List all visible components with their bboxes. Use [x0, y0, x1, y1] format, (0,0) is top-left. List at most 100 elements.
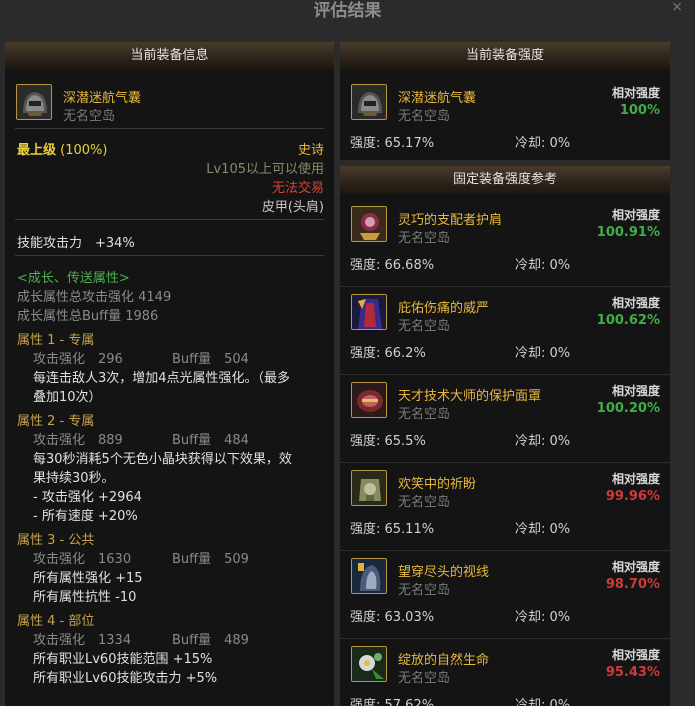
item-source: 无名空岛 — [63, 109, 116, 124]
shoulder-icon — [351, 206, 387, 242]
reference-item: 绽放的自然生命 无名空岛 相对强度 95.43% 强度: 57.62% 冷却: 0% — [340, 640, 670, 706]
item-name: 灵巧的支配者护肩 — [398, 213, 503, 228]
panel-header: 固定装备强度参考 — [340, 166, 670, 194]
relative-strength-label: 相对强度 — [611, 86, 660, 100]
reference-item: 欢笑中的祈盼 无名空岛 相对强度 99.96% 强度: 65.11% 冷却: 0% — [340, 464, 670, 551]
hood-icon — [351, 558, 387, 594]
attr-2-title: 属性 2 - 专属 — [17, 414, 95, 429]
divider — [15, 219, 324, 220]
attr-1-atk: 攻击强化 296 — [33, 352, 123, 367]
relative-strength-value: 100% — [619, 103, 660, 118]
attr-2-line: - 攻击强化 +2964 — [33, 490, 142, 505]
window-title: 评估结果 — [313, 1, 382, 21]
attr-4-line: 所有职业Lv60技能攻击力 +5% — [33, 671, 218, 686]
item-source: 无名空岛 — [398, 109, 451, 124]
divider — [340, 374, 670, 375]
strength-value: 强度: 65.17% — [350, 136, 435, 151]
relative-strength-label: 相对强度 — [611, 472, 660, 486]
attr-3-title: 属性 3 - 公共 — [17, 533, 95, 548]
item-name: 庇佑伤痛的威严 — [398, 301, 490, 316]
divider — [15, 255, 324, 256]
attr-4-line: 所有职业Lv60技能范围 +15% — [33, 652, 213, 667]
relative-strength-value: 100.20% — [596, 401, 660, 416]
attr-3-line: 所有属性强化 +15 — [33, 571, 143, 586]
cooldown-value: 冷却: 0% — [515, 346, 571, 361]
attr-3-buff: Buff量 509 — [172, 552, 249, 567]
item-name: 绽放的自然生命 — [398, 653, 490, 668]
strength-value: 强度: 63.03% — [350, 610, 435, 625]
attr-4-buff: Buff量 489 — [172, 633, 249, 648]
armor-icon — [351, 470, 387, 506]
item-name: 深潜迷航气囊 — [398, 91, 477, 106]
reference-item: 灵巧的支配者护肩 无名空岛 相对强度 100.91% 强度: 66.68% 冷却: 0% — [340, 200, 670, 287]
grade-pct: (100%) — [60, 143, 108, 158]
grade-label: 最上级 — [17, 143, 57, 158]
attr-1-buff: Buff量 504 — [172, 352, 249, 367]
item-name: 深潜迷航气囊 — [63, 91, 142, 106]
divider — [340, 462, 670, 463]
cooldown-value: 冷却: 0% — [515, 522, 571, 537]
divider — [15, 128, 324, 129]
cloak-icon — [351, 294, 387, 330]
strength-value: 强度: 65.11% — [350, 522, 435, 537]
relative-strength-value: 98.70% — [605, 577, 660, 592]
trade-status: 无法交易 — [271, 181, 324, 196]
item-source: 无名空岛 — [398, 495, 451, 510]
attr-4-title: 属性 4 - 部位 — [17, 614, 95, 629]
growth-title: <成长、传送属性> — [17, 271, 130, 286]
strength-value: 强度: 66.68% — [350, 258, 435, 273]
grade: 最上级 (100%) — [17, 139, 107, 158]
cooldown-value: 冷却: 0% — [515, 258, 571, 273]
current-equipment-info-panel: 当前装备信息 深潜迷航气囊 无名空岛 最上级 (100%) 史诗 Lv105以上… — [5, 42, 334, 706]
reference-item: 庇佑伤痛的威严 无名空岛 相对强度 100.62% 强度: 66.2% 冷却: 0% — [340, 288, 670, 375]
cooldown-value: 冷却: 0% — [515, 136, 571, 151]
attr-2-line: 果持续30秒。 — [33, 471, 115, 486]
relative-strength-label: 相对强度 — [611, 296, 660, 310]
relative-strength-label: 相对强度 — [611, 560, 660, 574]
rarity: 史诗 — [297, 143, 324, 158]
level-requirement: Lv105以上可以使用 — [206, 162, 324, 177]
growth-atk: 成长属性总攻击强化 4149 — [17, 290, 172, 305]
equipment-type: 皮甲(头肩) — [261, 200, 324, 215]
close-icon[interactable]: × — [671, 0, 683, 14]
cooldown-value: 冷却: 0% — [515, 434, 571, 449]
strength-value: 强度: 66.2% — [350, 346, 426, 361]
attr-2-buff: Buff量 484 — [172, 433, 249, 448]
panel-header: 当前装备强度 — [340, 42, 670, 70]
item-name: 望穿尽头的视线 — [398, 565, 490, 580]
growth-buff: 成长属性总Buff量 1986 — [17, 309, 159, 324]
divider — [340, 638, 670, 639]
helmet-icon — [351, 84, 387, 120]
item-source: 无名空岛 — [398, 583, 451, 598]
item-source: 无名空岛 — [398, 231, 451, 246]
mask-icon — [351, 382, 387, 418]
cooldown-value: 冷却: 0% — [515, 610, 571, 625]
reference-item: 望穿尽头的视线 无名空岛 相对强度 98.70% 强度: 63.03% 冷却: 0% — [340, 552, 670, 639]
item-name: 天才技术大师的保护面罩 — [398, 389, 542, 404]
fixed-reference-panel: 固定装备强度参考 灵巧的支配者护肩 无名空岛 相对强度 100.91% 强度: 66.6… — [340, 166, 670, 706]
attr-4-atk: 攻击强化 1334 — [33, 633, 132, 648]
current-strength-panel: 当前装备强度 深潜迷航气囊 无名空岛 相对强度 100% 强度: 65.17% … — [340, 42, 670, 160]
item-source: 无名空岛 — [398, 319, 451, 334]
cooldown-value: 冷却: 0% — [515, 698, 571, 706]
skill-attack: 技能攻击力 +34% — [17, 236, 135, 251]
item-source: 无名空岛 — [398, 407, 451, 422]
divider — [340, 286, 670, 287]
helmet-icon — [16, 84, 52, 120]
attr-3-line: 所有属性抗性 -10 — [33, 590, 137, 605]
relative-strength-label: 相对强度 — [611, 648, 660, 662]
attr-1-title: 属性 1 - 专属 — [17, 333, 95, 348]
relative-strength-value: 100.62% — [596, 313, 660, 328]
divider — [340, 550, 670, 551]
relative-strength-label: 相对强度 — [611, 384, 660, 398]
attr-1-line: 叠加10次） — [33, 390, 102, 405]
relative-strength-label: 相对强度 — [611, 208, 660, 222]
strength-value: 强度: 65.5% — [350, 434, 426, 449]
flower-icon — [351, 646, 387, 682]
attr-2-line: - 所有速度 +20% — [33, 509, 138, 524]
attr-2-atk: 攻击强化 889 — [33, 433, 123, 448]
attr-3-atk: 攻击强化 1630 — [33, 552, 132, 567]
attr-2-line: 每30秒消耗5个无色小晶块获得以下效果，效 — [33, 452, 292, 467]
relative-strength-value: 99.96% — [605, 489, 660, 504]
panel-header: 当前装备信息 — [5, 42, 334, 70]
